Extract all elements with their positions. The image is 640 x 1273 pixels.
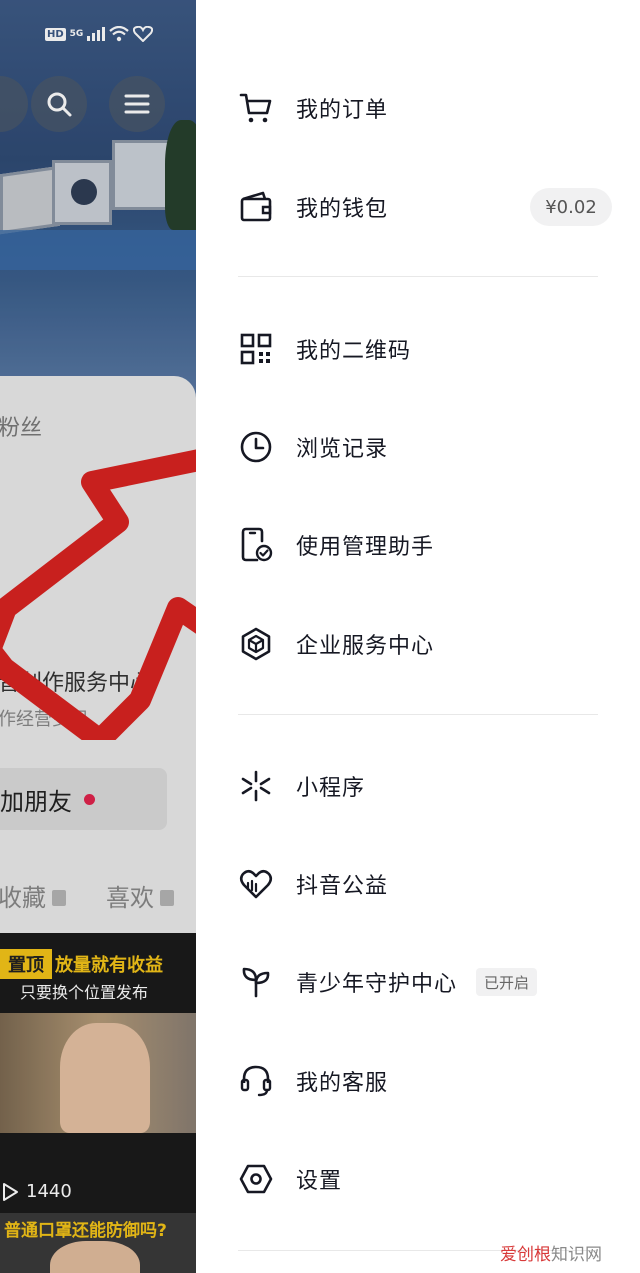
menu-item-qrcode[interactable]: 我的二维码 xyxy=(196,309,640,389)
mini-program-icon xyxy=(238,768,274,804)
menu-item-orders[interactable]: 我的订单 xyxy=(196,68,640,148)
menu-item-youth-protection[interactable]: 青少年守护中心 已开启 xyxy=(196,942,640,1022)
watermark-brand: 爱创根 xyxy=(500,1245,551,1265)
menu-item-usage-manager[interactable]: 使用管理助手 xyxy=(196,505,640,585)
menu-item-mini-programs[interactable]: 小程序 xyxy=(196,746,640,826)
menu-item-label: 企业服务中心 xyxy=(296,634,435,659)
menu-item-label: 使用管理助手 xyxy=(296,535,435,560)
enterprise-cube-icon xyxy=(238,626,274,662)
menu-item-label: 抖音公益 xyxy=(296,874,389,899)
menu-item-history[interactable]: 浏览记录 xyxy=(196,407,640,487)
side-drawer-menu: 我的订单 我的钱包 ¥0.02 我的二维码 浏览记录 使用管理助手 企业服务中心… xyxy=(196,0,640,1273)
phone-check-icon xyxy=(238,527,274,563)
section-divider xyxy=(238,276,598,277)
status-badge: 已开启 xyxy=(476,968,538,996)
menu-item-customer-service[interactable]: 我的客服 xyxy=(196,1041,640,1121)
wallet-balance-badge: ¥0.02 xyxy=(530,188,612,226)
settings-hexagon-icon xyxy=(238,1161,274,1197)
cart-icon xyxy=(238,90,274,126)
watermark: 爱创根知识网 xyxy=(500,1240,602,1265)
menu-item-settings[interactable]: 设置 xyxy=(196,1139,640,1219)
menu-item-label: 设置 xyxy=(296,1169,343,1194)
menu-item-label: 我的钱包 xyxy=(296,197,389,222)
menu-item-label: 浏览记录 xyxy=(296,437,389,462)
wallet-icon xyxy=(238,189,274,225)
menu-item-label: 小程序 xyxy=(296,776,366,801)
menu-item-label: 我的二维码 xyxy=(296,339,412,364)
headset-icon xyxy=(238,1063,274,1099)
qrcode-icon xyxy=(238,331,274,367)
menu-item-enterprise[interactable]: 企业服务中心 xyxy=(196,604,640,684)
menu-item-label: 我的订单 xyxy=(296,98,389,123)
watermark-suffix: 知识网 xyxy=(551,1245,602,1265)
clock-icon xyxy=(238,429,274,465)
section-divider xyxy=(238,714,598,715)
menu-item-label: 青少年守护中心 xyxy=(296,972,458,997)
sprout-icon xyxy=(238,964,274,1000)
menu-item-wallet[interactable]: 我的钱包 ¥0.02 xyxy=(196,167,640,247)
heart-charity-icon xyxy=(238,866,274,902)
menu-item-charity[interactable]: 抖音公益 xyxy=(196,844,640,924)
menu-item-label: 我的客服 xyxy=(296,1071,389,1096)
